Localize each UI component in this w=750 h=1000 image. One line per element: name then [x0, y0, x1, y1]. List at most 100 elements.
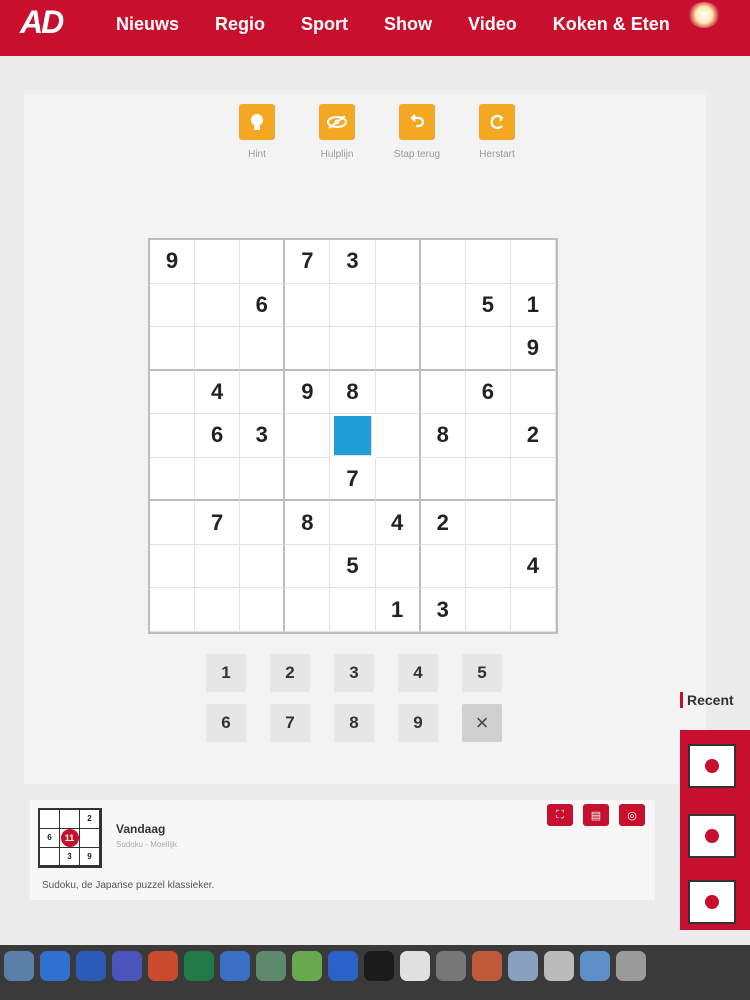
sudoku-cell[interactable]: 6 — [240, 283, 286, 328]
sudoku-cell[interactable]: 7 — [195, 501, 241, 545]
sudoku-cell[interactable] — [330, 283, 376, 328]
sudoku-cell[interactable] — [420, 370, 466, 415]
sudoku-cell[interactable] — [465, 588, 511, 632]
sudoku-cell[interactable] — [285, 457, 331, 502]
sudoku-cell[interactable]: 8 — [285, 501, 331, 545]
excel-icon[interactable] — [184, 951, 214, 981]
sudoku-cell[interactable] — [420, 327, 466, 371]
sudoku-cell[interactable]: 9 — [510, 327, 556, 371]
sudoku-cell[interactable]: 6 — [465, 370, 511, 415]
key-2[interactable]: 2 — [270, 654, 310, 692]
nav-item-sport[interactable]: Sport — [301, 14, 348, 35]
sudoku-cell[interactable] — [420, 544, 466, 589]
sudoku-cell[interactable]: 3 — [420, 588, 466, 632]
sudoku-cell[interactable] — [375, 414, 421, 458]
erase-button[interactable]: × — [462, 704, 502, 742]
print-icon[interactable]: ▤ — [583, 804, 609, 826]
sudoku-cell[interactable]: 9 — [150, 240, 196, 284]
sudoku-cell[interactable] — [150, 327, 196, 371]
terminal-icon[interactable] — [364, 951, 394, 981]
sudoku-cell[interactable]: 3 — [240, 414, 286, 458]
nav-item-video[interactable]: Video — [468, 14, 517, 35]
sudoku-cell[interactable] — [195, 327, 241, 371]
sudoku-cell[interactable]: 5 — [330, 544, 376, 589]
app-icon[interactable] — [544, 951, 574, 981]
sudoku-cell[interactable] — [240, 588, 286, 632]
fullscreen-icon[interactable]: ⛶ — [547, 804, 573, 826]
app-icon[interactable] — [292, 951, 322, 981]
safari-icon[interactable] — [40, 951, 70, 981]
undo-icon[interactable] — [399, 104, 435, 140]
sudoku-cell[interactable] — [240, 240, 286, 284]
key-6[interactable]: 6 — [206, 704, 246, 742]
ad-logo[interactable]: AD — [20, 4, 64, 41]
sudoku-cell[interactable] — [510, 240, 556, 284]
sudoku-cell[interactable] — [375, 327, 421, 371]
app-icon[interactable] — [436, 951, 466, 981]
sudoku-cell[interactable] — [240, 327, 286, 371]
sudoku-cell[interactable] — [375, 283, 421, 328]
sudoku-cell[interactable]: 7 — [285, 240, 331, 284]
sudoku-cell[interactable] — [330, 588, 376, 632]
sudoku-cell[interactable] — [510, 501, 556, 545]
sudoku-cell[interactable]: 2 — [510, 414, 556, 458]
stap-terug-tool[interactable]: Stap terug — [384, 104, 450, 160]
sudoku-cell[interactable] — [150, 457, 196, 502]
sudoku-cell[interactable]: 4 — [375, 501, 421, 545]
eye-off-icon[interactable] — [319, 104, 355, 140]
app-icon[interactable] — [472, 951, 502, 981]
sudoku-cell[interactable] — [330, 327, 376, 371]
sudoku-cell[interactable] — [240, 457, 286, 502]
sudoku-cell[interactable] — [195, 588, 241, 632]
settings-icon[interactable]: ◎ — [619, 804, 645, 826]
key-4[interactable]: 4 — [398, 654, 438, 692]
trash-icon[interactable] — [616, 951, 646, 981]
hulplijn-tool[interactable]: Hulplijn — [304, 104, 370, 160]
powerpoint-icon[interactable] — [148, 951, 178, 981]
sudoku-cell[interactable]: 8 — [330, 370, 376, 415]
sudoku-cell[interactable] — [150, 414, 196, 458]
itunes-icon[interactable] — [400, 951, 430, 981]
sudoku-cell[interactable] — [195, 457, 241, 502]
sudoku-cell[interactable] — [150, 370, 196, 415]
sudoku-cell[interactable] — [465, 414, 511, 458]
sudoku-cell[interactable] — [150, 501, 196, 545]
sudoku-cell[interactable] — [240, 544, 286, 589]
sudoku-cell[interactable] — [240, 501, 286, 545]
sudoku-cell[interactable] — [465, 544, 511, 589]
sudoku-cell[interactable] — [375, 457, 421, 502]
sudoku-cell[interactable] — [465, 501, 511, 545]
recent-puzzle-thumb[interactable] — [688, 814, 736, 858]
sudoku-cell[interactable] — [150, 588, 196, 632]
sudoku-cell[interactable] — [420, 240, 466, 284]
sudoku-cell[interactable]: 3 — [330, 240, 376, 284]
nav-item-koken-eten[interactable]: Koken & Eten — [553, 14, 670, 35]
sudoku-cell[interactable] — [375, 370, 421, 415]
sudoku-cell[interactable] — [334, 416, 372, 456]
key-1[interactable]: 1 — [206, 654, 246, 692]
sudoku-cell[interactable] — [150, 544, 196, 589]
recent-puzzle-thumb[interactable] — [688, 880, 736, 924]
sudoku-cell[interactable] — [240, 370, 286, 415]
key-3[interactable]: 3 — [334, 654, 374, 692]
finder-icon[interactable] — [4, 951, 34, 981]
sudoku-cell[interactable] — [510, 588, 556, 632]
puzzle-thumbnail[interactable]: 2 6 11 3 9 — [38, 808, 102, 868]
sudoku-cell[interactable] — [375, 544, 421, 589]
folder-icon[interactable] — [580, 951, 610, 981]
sudoku-cell[interactable] — [285, 414, 331, 458]
sudoku-cell[interactable] — [195, 544, 241, 589]
sudoku-cell[interactable]: 1 — [510, 283, 556, 328]
nav-item-nieuws[interactable]: Nieuws — [116, 14, 179, 35]
app-icon[interactable] — [256, 951, 286, 981]
sudoku-cell[interactable] — [285, 544, 331, 589]
outlook-icon[interactable] — [220, 951, 250, 981]
sudoku-cell[interactable] — [285, 283, 331, 328]
sudoku-cell[interactable]: 7 — [330, 457, 376, 502]
app-icon[interactable] — [328, 951, 358, 981]
sudoku-cell[interactable] — [465, 327, 511, 371]
sudoku-cell[interactable]: 4 — [510, 544, 556, 589]
sudoku-cell[interactable] — [285, 588, 331, 632]
restart-icon[interactable] — [479, 104, 515, 140]
nav-item-regio[interactable]: Regio — [215, 14, 265, 35]
